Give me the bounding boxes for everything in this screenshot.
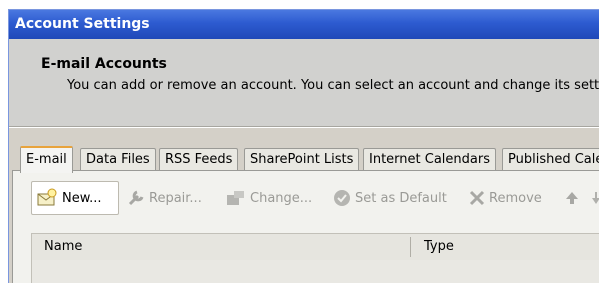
tab-email[interactable]: E-mail: [20, 146, 73, 173]
repair-button[interactable]: Repair...: [127, 183, 202, 213]
section-title: E-mail Accounts: [41, 56, 167, 72]
email-tab-panel: New... Repair... Change... Set as Defaul…: [12, 170, 599, 283]
remove-button-label: Remove: [489, 190, 542, 206]
tab-published-calendars[interactable]: Published Cale: [502, 148, 599, 170]
account-list[interactable]: [31, 260, 599, 283]
remove-x-icon: [469, 190, 485, 206]
arrow-up-icon: [565, 191, 579, 205]
change-button[interactable]: Change...: [226, 183, 312, 213]
arrow-down-icon: [591, 191, 599, 205]
tab-sharepoint-lists[interactable]: SharePoint Lists: [244, 148, 360, 170]
tab-rss-feeds[interactable]: RSS Feeds: [159, 148, 239, 170]
header-panel: E-mail Accounts You can add or remove an…: [9, 39, 599, 127]
window-title: Account Settings: [15, 16, 150, 32]
account-toolbar: New... Repair... Change... Set as Defaul…: [13, 181, 599, 217]
move-up-button[interactable]: [565, 183, 579, 213]
account-list-header: Name Type: [31, 233, 599, 261]
tab-label: RSS Feeds: [165, 152, 233, 167]
column-divider[interactable]: [410, 237, 411, 257]
set-default-label: Set as Default: [355, 190, 447, 206]
column-header-name[interactable]: Name: [44, 239, 82, 254]
tab-label: Internet Calendars: [369, 152, 490, 167]
tab-label: E-mail: [26, 152, 67, 167]
tab-internet-calendars[interactable]: Internet Calendars: [363, 148, 496, 170]
new-mail-icon: [36, 188, 58, 208]
check-circle-icon: [333, 189, 351, 207]
repair-button-label: Repair...: [149, 190, 202, 206]
tab-label: Data Files: [86, 152, 150, 167]
change-button-label: Change...: [250, 190, 313, 206]
wrench-icon: [127, 189, 145, 207]
new-button-label: New...: [62, 190, 102, 206]
set-default-button[interactable]: Set as Default: [333, 183, 447, 213]
title-bar[interactable]: Account Settings: [9, 10, 599, 39]
new-account-button[interactable]: New...: [31, 181, 119, 215]
remove-button[interactable]: Remove: [469, 183, 542, 213]
tab-strip: E-mail Data Files RSS Feeds SharePoint L…: [9, 146, 599, 173]
divider-highlight: [9, 127, 599, 128]
section-description: You can add or remove an account. You ca…: [67, 78, 599, 93]
move-down-button[interactable]: [591, 183, 599, 213]
change-icon: [226, 189, 246, 207]
account-settings-window: Account Settings E-mail Accounts You can…: [8, 9, 599, 283]
column-header-type[interactable]: Type: [424, 239, 454, 254]
tab-label: SharePoint Lists: [250, 152, 354, 167]
tab-data-files[interactable]: Data Files: [80, 148, 156, 170]
tab-label: Published Cale: [508, 152, 599, 167]
